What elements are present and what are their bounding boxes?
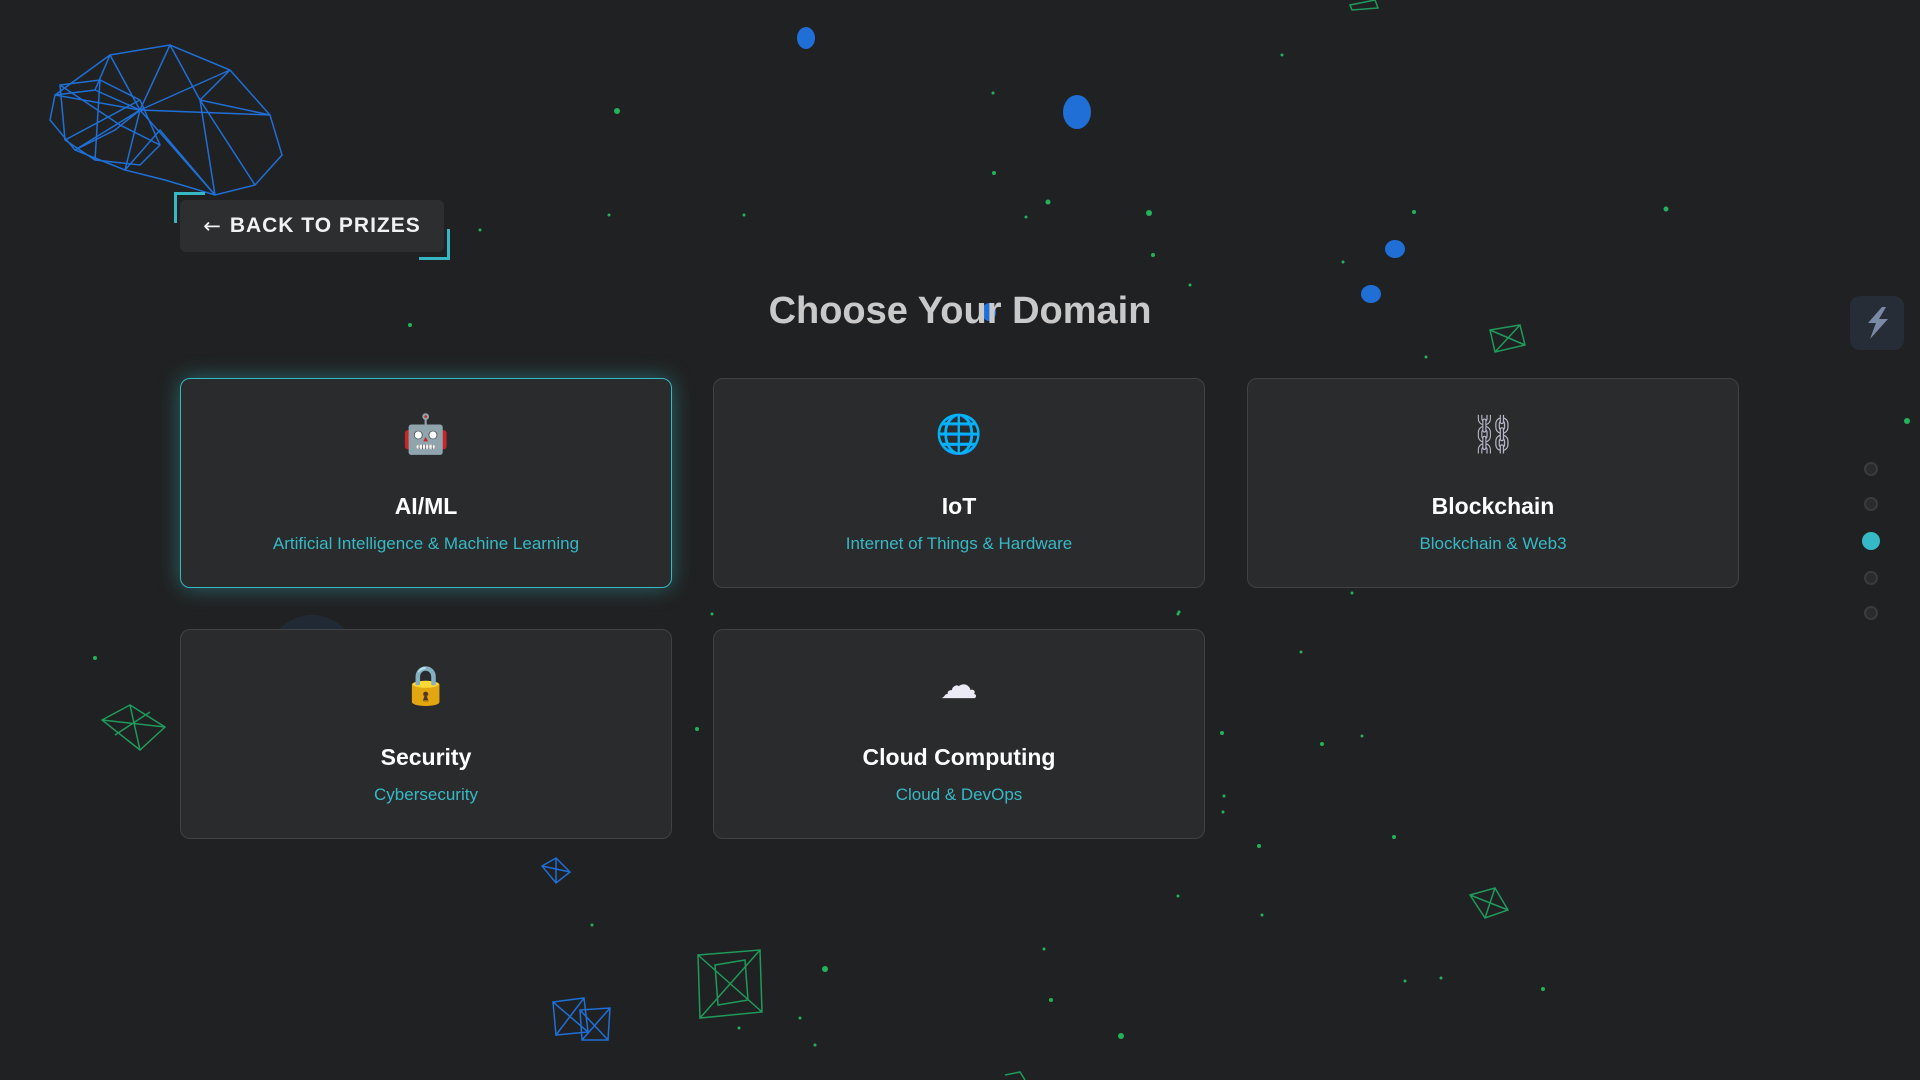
section-nav-dot[interactable]: [1864, 462, 1878, 476]
domain-description: Cloud & DevOps: [895, 785, 1023, 804]
domain-card-security[interactable]: 🔒 Security Cybersecurity: [180, 629, 672, 839]
lightning-logo-icon: [1868, 307, 1888, 339]
globe-icon: 🌐: [935, 412, 983, 456]
section-nav-dot[interactable]: [1864, 497, 1878, 511]
cloud-icon: ☁: [940, 663, 978, 707]
domain-description: Artificial Intelligence & Machine Learni…: [272, 534, 580, 553]
domain-description: Blockchain & Web3: [1419, 534, 1567, 553]
domain-card-cloud-computing[interactable]: ☁ Cloud Computing Cloud & DevOps: [713, 629, 1205, 839]
domain-name: IoT: [941, 493, 977, 519]
domain-description: Cybersecurity: [374, 785, 478, 804]
domain-card-blockchain[interactable]: ⛓ Blockchain Blockchain & Web3: [1247, 378, 1739, 588]
section-nav-dot[interactable]: [1864, 606, 1878, 620]
back-to-prizes-button[interactable]: ← BACK TO PRIZES: [180, 200, 444, 252]
lock-icon: 🔒: [402, 663, 450, 707]
arrow-left-icon: ←: [203, 214, 222, 238]
page-title: Choose Your Domain: [768, 290, 1152, 332]
back-button-label: BACK TO PRIZES: [229, 214, 421, 237]
domain-name: AI/ML: [394, 493, 458, 519]
domain-card-ai-ml[interactable]: 🤖 AI/ML Artificial Intelligence & Machin…: [180, 378, 672, 588]
wireframe-asteroid: [49, 44, 283, 196]
section-nav-dot[interactable]: [1864, 571, 1878, 585]
section-nav-dot-active[interactable]: [1862, 532, 1880, 550]
robot-icon: 🤖: [402, 412, 450, 456]
app-logo-button[interactable]: [1850, 296, 1904, 350]
domain-name: Cloud Computing: [862, 744, 1056, 770]
floating-blue-blobs: [797, 27, 1405, 321]
domain-name: Blockchain: [1431, 493, 1555, 519]
domain-name: Security: [380, 744, 472, 770]
back-to-prizes-wrapper: ← BACK TO PRIZES: [174, 192, 450, 260]
chain-link-icon: ⛓: [1468, 412, 1518, 456]
section-nav-dots: [1862, 462, 1880, 641]
domain-description: Internet of Things & Hardware: [845, 534, 1073, 553]
domain-card-iot[interactable]: 🌐 IoT Internet of Things & Hardware: [713, 378, 1205, 588]
